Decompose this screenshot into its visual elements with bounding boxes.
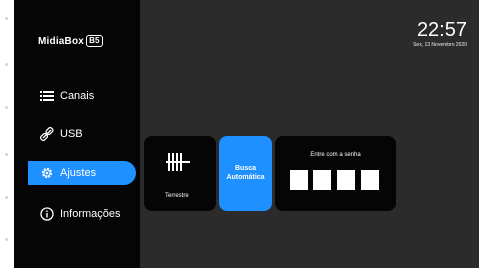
app-logo: MidiaBox B5 — [38, 35, 103, 47]
sidebar-item-ajustes[interactable]: Ajustes — [28, 161, 136, 185]
sidebar-item-informacoes[interactable]: Informações — [34, 202, 136, 226]
edge-dot — [5, 106, 8, 109]
edge-dot — [5, 196, 8, 199]
card-senha[interactable]: Entre com a senha — [275, 136, 396, 211]
card-senha-label: Entre com a senha — [310, 152, 361, 158]
pin-digit-3[interactable] — [337, 170, 355, 190]
edge-dot — [5, 238, 8, 241]
pin-digit-2[interactable] — [313, 170, 331, 190]
antenna-icon — [166, 153, 190, 176]
sidebar-item-canais[interactable]: Canais — [34, 84, 136, 108]
edge-dot — [5, 17, 8, 20]
clock-time: 22:57 — [416, 19, 467, 41]
pin-digit-4[interactable] — [361, 170, 379, 190]
logo-badge: B5 — [86, 35, 103, 47]
card-busca-automatica[interactable]: Busca Automática — [219, 136, 272, 211]
list-icon — [40, 89, 54, 103]
card-terrestre[interactable]: Terrestre — [144, 136, 216, 211]
clock: 22:57 Sex, 13 Novembro 2020 — [413, 20, 467, 48]
pin-digit-1[interactable] — [290, 170, 308, 190]
sidebar: MidiaBox B5 Canais USB Ajustes Informaçõ… — [14, 0, 140, 268]
gear-icon — [40, 166, 54, 180]
sidebar-item-label: Informações — [60, 208, 121, 220]
card-terrestre-label: Terrestre — [165, 193, 189, 199]
info-icon — [40, 207, 54, 221]
tv-screen: MidiaBox B5 Canais USB Ajustes Informaçõ… — [14, 0, 479, 268]
link-icon — [40, 127, 54, 141]
sidebar-item-label: Canais — [60, 90, 95, 102]
sidebar-item-label: USB — [60, 128, 83, 140]
edge-dot — [5, 153, 8, 156]
sidebar-item-usb[interactable]: USB — [34, 122, 136, 146]
sidebar-item-label: Ajustes — [60, 167, 97, 179]
logo-text: MidiaBox — [38, 35, 85, 47]
edge-dot — [5, 63, 8, 66]
card-busca-label: Busca Automática — [226, 165, 265, 181]
clock-date: Sex, 13 Novembro 2020 — [413, 42, 467, 48]
